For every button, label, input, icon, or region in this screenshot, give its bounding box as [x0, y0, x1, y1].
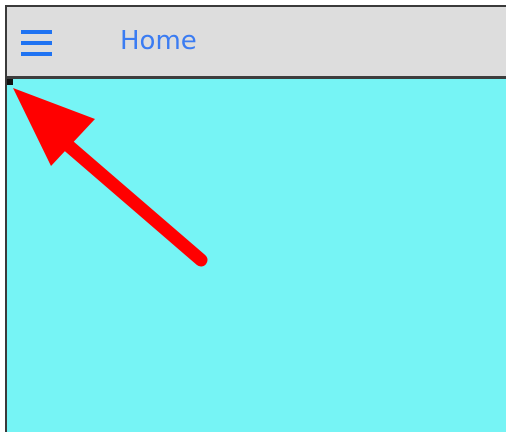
app-window: Home [5, 5, 506, 432]
page-title: Home [120, 26, 197, 56]
main-content-area [7, 79, 506, 432]
hamburger-menu-icon [21, 30, 52, 56]
corner-indicator [7, 79, 13, 85]
top-app-bar: Home [7, 7, 506, 79]
menu-button[interactable] [17, 25, 57, 61]
